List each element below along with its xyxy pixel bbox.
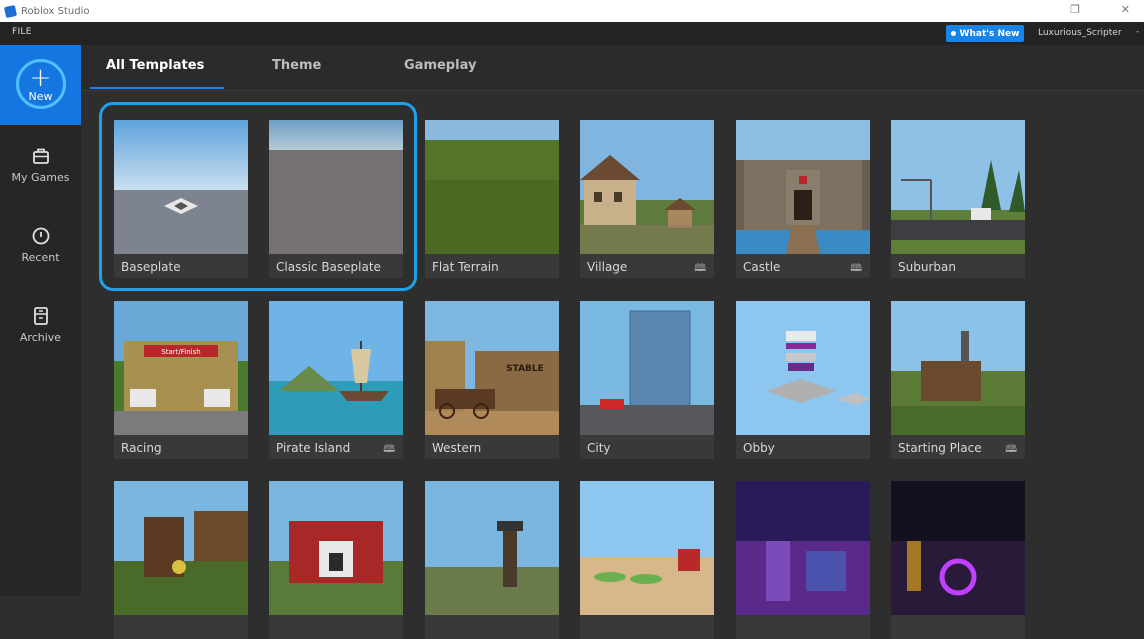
menu-bar: FILE What's New Luxurious_Scripter - xyxy=(0,22,1144,45)
template-card[interactable] xyxy=(114,481,248,639)
western-sign-text: STABLE xyxy=(506,364,544,374)
template-card-classic-baseplate[interactable]: Classic Baseplate xyxy=(269,120,403,278)
sidebar-item-archive[interactable]: Archive xyxy=(0,285,81,365)
file-menu[interactable]: FILE xyxy=(12,27,32,37)
template-label: Western xyxy=(432,441,482,455)
sidebar-item-recent[interactable]: Recent xyxy=(0,205,81,285)
template-card[interactable] xyxy=(891,481,1025,639)
user-menu-caret-icon[interactable]: - xyxy=(1136,27,1139,37)
archive-icon xyxy=(33,307,48,325)
template-label: Obby xyxy=(743,441,775,455)
template-thumbnail xyxy=(891,301,1025,435)
template-card-western[interactable]: STABLE Western xyxy=(425,301,559,459)
whats-new-button[interactable]: What's New xyxy=(946,25,1024,42)
sidebar-item-my-games[interactable]: My Games xyxy=(0,125,81,205)
template-card-castle[interactable]: Castle 🕮 xyxy=(736,120,870,278)
sidebar: + New My Games Recent Archive xyxy=(0,45,81,596)
restore-window-icon[interactable]: ❐ xyxy=(1070,3,1080,16)
template-label: Suburban xyxy=(898,260,956,274)
close-window-icon[interactable]: ✕ xyxy=(1121,3,1130,16)
template-card-suburban[interactable]: Suburban xyxy=(891,120,1025,278)
template-thumbnail xyxy=(580,301,714,435)
template-thumbnail xyxy=(114,481,248,615)
new-highlight-circle: + New xyxy=(15,59,66,109)
template-thumbnail xyxy=(269,301,403,435)
username[interactable]: Luxurious_Scripter xyxy=(1038,28,1122,38)
template-thumbnail xyxy=(425,120,559,254)
template-card-city[interactable]: City xyxy=(580,301,714,459)
template-thumbnail: STABLE xyxy=(425,301,559,435)
briefcase-icon xyxy=(32,148,49,164)
book-icon: 🕮 xyxy=(1005,444,1017,455)
active-tab-underline xyxy=(90,87,224,89)
template-thumbnail xyxy=(425,481,559,615)
sidebar-item-new[interactable]: + New xyxy=(0,45,81,125)
template-thumbnail xyxy=(269,481,403,615)
template-grid: Baseplate Classic Baseplate Flat Terrain xyxy=(81,91,1144,639)
tab-all-templates[interactable]: All Templates xyxy=(106,58,204,73)
template-thumbnail xyxy=(580,120,714,254)
template-thumbnail xyxy=(736,481,870,615)
template-label: Castle xyxy=(743,260,781,274)
template-thumbnail: Start/Finish xyxy=(114,301,248,435)
template-label: Pirate Island xyxy=(276,441,351,455)
template-label: Flat Terrain xyxy=(432,260,499,274)
sidebar-item-label: Recent xyxy=(21,251,60,264)
template-card-village[interactable]: Village 🕮 xyxy=(580,120,714,278)
template-label: Starting Place xyxy=(898,441,982,455)
sidebar-item-label: My Games xyxy=(11,171,70,184)
book-icon: 🕮 xyxy=(850,263,862,274)
sidebar-item-label: Archive xyxy=(19,331,62,344)
template-label: Classic Baseplate xyxy=(276,260,381,274)
whats-new-label: What's New xyxy=(959,28,1020,39)
template-thumbnail xyxy=(580,481,714,615)
template-card-baseplate[interactable]: Baseplate xyxy=(114,120,248,278)
clock-icon xyxy=(32,227,49,245)
template-card[interactable] xyxy=(580,481,714,639)
template-thumbnail xyxy=(736,120,870,254)
template-thumbnail xyxy=(114,120,248,254)
sidebar-item-label: New xyxy=(28,89,53,103)
racing-banner-text: Start/Finish xyxy=(161,348,200,356)
template-tabs: All Templates Theme Gameplay xyxy=(81,45,1144,91)
template-label: City xyxy=(587,441,611,455)
template-label: Village xyxy=(587,260,628,274)
template-card-pirate-island[interactable]: Pirate Island 🕮 xyxy=(269,301,403,459)
tab-gameplay[interactable]: Gameplay xyxy=(404,58,476,73)
template-thumbnail xyxy=(891,120,1025,254)
roblox-studio-logo-icon xyxy=(3,4,18,18)
book-icon: 🕮 xyxy=(694,263,706,274)
notification-dot-icon xyxy=(950,31,956,36)
template-card-racing[interactable]: Start/Finish Racing xyxy=(114,301,248,459)
plus-icon: + xyxy=(29,62,52,93)
template-card-obby[interactable]: Obby xyxy=(736,301,870,459)
template-card[interactable] xyxy=(736,481,870,639)
template-card-starting-place[interactable]: Starting Place 🕮 xyxy=(891,301,1025,459)
template-card-flat-terrain[interactable]: Flat Terrain xyxy=(425,120,559,278)
template-thumbnail xyxy=(269,120,403,254)
book-icon: 🕮 xyxy=(383,444,395,455)
title-bar: Roblox Studio ❐ ✕ xyxy=(0,0,1144,22)
template-label: Baseplate xyxy=(121,260,181,274)
template-card[interactable] xyxy=(269,481,403,639)
tab-theme[interactable]: Theme xyxy=(272,58,321,73)
template-thumbnail xyxy=(736,301,870,435)
template-card[interactable] xyxy=(425,481,559,639)
template-thumbnail xyxy=(891,481,1025,615)
template-label: Racing xyxy=(121,441,162,455)
app-title: Roblox Studio xyxy=(21,5,90,17)
